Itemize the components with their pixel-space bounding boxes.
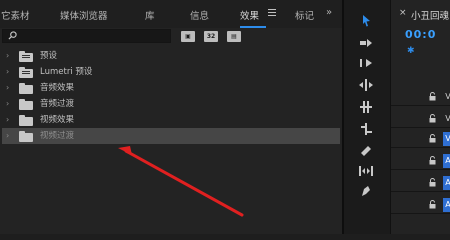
tab-overflow-icon[interactable]: » [326,7,338,19]
slip-tool-icon[interactable] [358,143,374,157]
selection-tool-icon[interactable] [358,14,374,28]
tree-item-label: 视频效果 [40,115,75,125]
effects-tree: › 预设 › Lumetri 预设 › 音频效果 › 音频过渡 › 视频效果 ›… [2,48,340,144]
close-icon[interactable]: × [399,8,407,18]
yuv-effects-filter-icon[interactable]: ▤ [227,31,241,42]
tab-info[interactable]: 信息 [190,8,209,22]
folder-icon [19,131,33,142]
chevron-right-icon[interactable]: › [6,112,9,128]
tree-item-lumetri-presets[interactable]: › Lumetri 预设 [2,64,340,80]
search-row: ▣ 32 ▤ [0,28,342,46]
track-v1[interactable]: V [391,130,450,148]
tree-item-label: 预设 [40,51,58,61]
tree-item-audio-effects[interactable]: › 音频效果 [2,80,340,96]
search-box[interactable] [2,29,171,43]
folder-icon [19,83,33,94]
track-a2[interactable]: A [391,174,450,192]
track-a1[interactable]: A [391,152,450,170]
track-label[interactable]: V [443,112,450,126]
lock-icon[interactable] [429,178,436,187]
chevron-right-icon[interactable]: › [6,48,9,64]
tree-item-label: 音频效果 [40,83,75,93]
track-label[interactable]: V [443,90,450,104]
chevron-right-icon[interactable]: › [6,80,9,96]
slide-tool-icon[interactable] [358,164,374,178]
track-select-forward-tool-icon[interactable] [358,36,374,50]
tab-project[interactable]: 它素材 [1,8,30,22]
tree-item-label: 视频过渡 [40,131,75,141]
lock-icon[interactable] [429,156,436,165]
lock-icon[interactable] [429,114,436,123]
tree-item-presets[interactable]: › 预设 [2,48,340,64]
track-label[interactable]: A [443,176,450,190]
track-label[interactable]: A [443,198,450,212]
tree-item-audio-transitions[interactable]: › 音频过渡 [2,96,340,112]
timeline-panel: × 小丑回魂 00:0 ✱ V V V A A A [390,0,450,234]
tree-item-label: 音频过渡 [40,99,75,109]
chevron-right-icon[interactable]: › [6,128,9,144]
lock-icon[interactable] [429,92,436,101]
accelerated-effects-filter-icon[interactable]: ▣ [181,31,195,42]
32bit-effects-filter-button[interactable]: 32 [204,31,218,42]
track-label[interactable]: V [443,132,450,146]
lock-icon[interactable] [429,134,436,143]
sequence-tab-title[interactable]: 小丑回魂 [411,8,449,22]
rolling-edit-tool-icon[interactable] [358,78,374,92]
preset-bin-icon [19,67,33,78]
panel-menu-icon[interactable] [268,9,276,16]
timecode-display[interactable]: 00:0 [405,28,436,41]
tree-item-video-transitions[interactable]: › 视频过渡 [2,128,340,144]
tab-effects-label: 效果 [240,11,260,22]
tree-item-video-effects[interactable]: › 视频效果 [2,112,340,128]
search-icon [8,31,17,40]
search-input[interactable] [19,31,169,41]
folder-icon [19,115,33,126]
tab-libraries[interactable]: 库 [145,8,155,22]
track-v3[interactable]: V [391,88,450,106]
tree-item-label: Lumetri 预设 [40,67,93,77]
tab-media-browser[interactable]: 媒体浏览器 [60,8,108,22]
ripple-edit-tool-icon[interactable] [358,56,374,70]
chevron-right-icon[interactable]: › [6,64,9,80]
track-label[interactable]: A [443,154,450,168]
preset-bin-icon [19,51,33,62]
track-v2[interactable]: V [391,110,450,128]
tab-markers[interactable]: 标记 [295,8,314,22]
snap-icon[interactable]: ✱ [407,46,415,56]
tab-effects[interactable]: 效果 [240,8,266,28]
rate-stretch-tool-icon[interactable] [358,100,374,114]
track-a3[interactable]: A [391,196,450,214]
pen-tool-icon[interactable] [358,184,374,198]
chevron-right-icon[interactable]: › [6,96,9,112]
lock-icon[interactable] [429,200,436,209]
razor-tool-icon[interactable] [358,122,374,136]
folder-icon [19,99,33,110]
panel-tab-bar: 它素材 媒体浏览器 库 信息 效果 标记 » [0,0,342,28]
effects-panel: 它素材 媒体浏览器 库 信息 效果 标记 » ▣ 32 ▤ › 预设 › Lum… [0,0,342,234]
tools-panel [344,0,390,234]
